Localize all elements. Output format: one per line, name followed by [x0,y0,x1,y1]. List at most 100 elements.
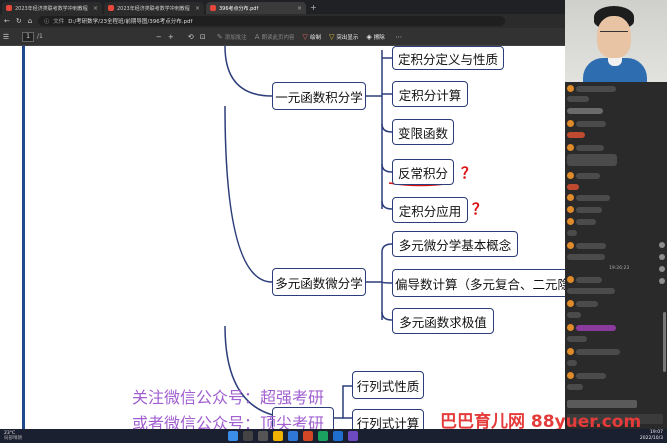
watermark-line2: 或者微信公众号：顶尖考研 [132,414,325,429]
chat-control-icon[interactable] [659,278,665,284]
fit-page-icon[interactable]: ⊡ [197,33,209,41]
contents-icon[interactable]: ☰ [0,33,12,41]
home-icon[interactable]: ⌂ [28,17,32,25]
live-chat-panel: 19:26:23 [565,82,667,429]
taskbar-apps [228,431,358,441]
chat-message [567,194,610,201]
file-explorer-icon[interactable] [273,431,283,441]
topic-definite-integral-definition: 定积分定义与性质 [392,46,504,70]
chat-message [567,242,606,249]
highlight-icon: ▽ [328,32,335,41]
branch1-node: 一元函数积分学 [272,82,366,110]
branch2-node: 多元函数微分学 [272,268,366,296]
screen: 2023年经济类联考数学冲刺教程 × 2023年经济类联考数学冲刺教程 × 39… [0,0,667,443]
more-icon[interactable]: ⋯ [393,33,405,41]
pdf-icon [6,5,12,11]
tab-2[interactable]: 2023年经济类联考数学冲刺教程 × [104,2,204,14]
chat-control-icon[interactable] [659,254,665,260]
tab-label: 2023年经济类联考数学冲刺教程 [117,5,190,12]
page-number-input[interactable]: 1 [22,31,34,42]
topic-definite-integral-calculation: 定积分计算 [392,81,468,107]
chat-message [567,132,585,138]
page-total: /1 [37,33,43,40]
chat-message [567,206,602,213]
comment-icon: ✎ [216,32,223,41]
chat-message [567,348,620,355]
read-aloud-button[interactable]: A 朗读此页内容 [255,33,295,41]
topic-partial-derivative: 偏导数计算（多元复合、二元隐 [392,269,565,297]
watermark-line1: 关注微信公众号：超强考研 [132,388,325,407]
weather-widget[interactable]: 23°C 局部晴朗 [4,431,22,441]
erase-button[interactable]: ◈ 擦除 [366,33,384,41]
search-icon[interactable] [243,431,253,441]
tab-label: 2023年经济类联考数学冲刺教程 [15,5,88,12]
chat-message [567,360,577,366]
clock-date: 2022/10/3 [639,436,663,441]
chat-timestamp: 19:26:23 [609,266,630,271]
add-comment-button[interactable]: ✎ 添加批注 [217,33,247,41]
address-scheme-label: 文件 [53,19,65,25]
chat-message [567,144,604,151]
task-view-icon[interactable] [258,431,268,441]
chat-message [567,172,600,179]
chat-message [567,336,587,342]
back-icon[interactable]: ← [4,17,10,25]
chat-message [567,230,577,236]
app-icon[interactable] [303,431,313,441]
close-icon[interactable]: × [297,5,302,12]
chat-message [567,254,605,260]
app-icon[interactable] [318,431,328,441]
rotate-icon[interactable]: ⟲ [185,33,197,41]
chat-message [567,154,617,166]
chat-message [567,300,598,307]
start-icon[interactable] [228,431,238,441]
tab-3[interactable]: 396考点分布.pdf × [206,2,306,14]
tab-1[interactable]: 2023年经济类联考数学冲刺教程 × [2,2,102,14]
chat-message [567,85,616,92]
tab-label: 396考点分布.pdf [219,5,259,12]
chat-message [567,218,596,225]
chat-message [567,372,606,379]
webcam-video [565,0,667,82]
topic-improper-integral: 反常积分 [392,159,454,185]
topic-determinant-calculation: 行列式计算 [352,409,424,429]
chat-message [567,96,589,102]
chat-control-icon[interactable] [659,242,665,248]
info-icon: ⓘ [44,18,50,25]
tab-strip: 2023年经济类联考数学冲刺教程 × 2023年经济类联考数学冲刺教程 × 39… [0,0,565,14]
chat-message [567,324,616,331]
chat-scrollbar[interactable] [663,312,666,372]
question-mark-2: ？ [472,200,488,218]
new-tab-button[interactable]: + [310,2,317,14]
refresh-icon[interactable]: ↻ [16,17,22,25]
chat-message [567,384,583,390]
chat-message [567,108,603,114]
pdf-icon [108,5,114,11]
chat-message [567,288,615,294]
pdf-page: 一元函数积分学 定积分定义与性质 定积分计算 变限函数 反常积分 定积分应用 ？… [0,46,565,429]
app-icon[interactable] [348,431,358,441]
address-path: D:/考研数学/23全程班/前期导图/396考点分布.pdf [68,19,193,25]
zoom-in-icon[interactable]: + [165,33,177,41]
pdf-icon [210,5,216,11]
zoom-out-icon[interactable]: − [153,33,165,41]
address-input[interactable]: ⓘ 文件 D:/考研数学/23全程班/前期导图/396考点分布.pdf [38,16,505,26]
draw-button[interactable]: ▽ 绘制 [303,33,321,41]
close-icon[interactable]: × [93,5,98,12]
close-icon[interactable]: × [195,5,200,12]
app-icon[interactable] [333,431,343,441]
chat-message [567,184,579,190]
taskbar: 23°C 局部晴朗 19:07 2022/10/3 [0,429,667,443]
address-bar-row: ← ↻ ⌂ ⓘ 文件 D:/考研数学/23全程班/前期导图/396考点分布.pd… [0,14,565,28]
chat-control-icon[interactable] [659,266,665,272]
chat-message [567,276,602,283]
system-clock[interactable]: 19:07 2022/10/3 [640,430,663,442]
chat-message [567,120,606,127]
eraser-icon: ◈ [366,32,372,41]
topic-multivariable-extrema: 多元函数求极值 [392,308,494,334]
question-mark-1: ？ [461,164,477,182]
highlight-button[interactable]: ▽ 突出显示 [329,33,358,41]
edge-icon[interactable] [288,431,298,441]
topic-variable-limit-function: 变限函数 [392,119,454,145]
weather-text: 局部晴朗 [4,436,22,441]
